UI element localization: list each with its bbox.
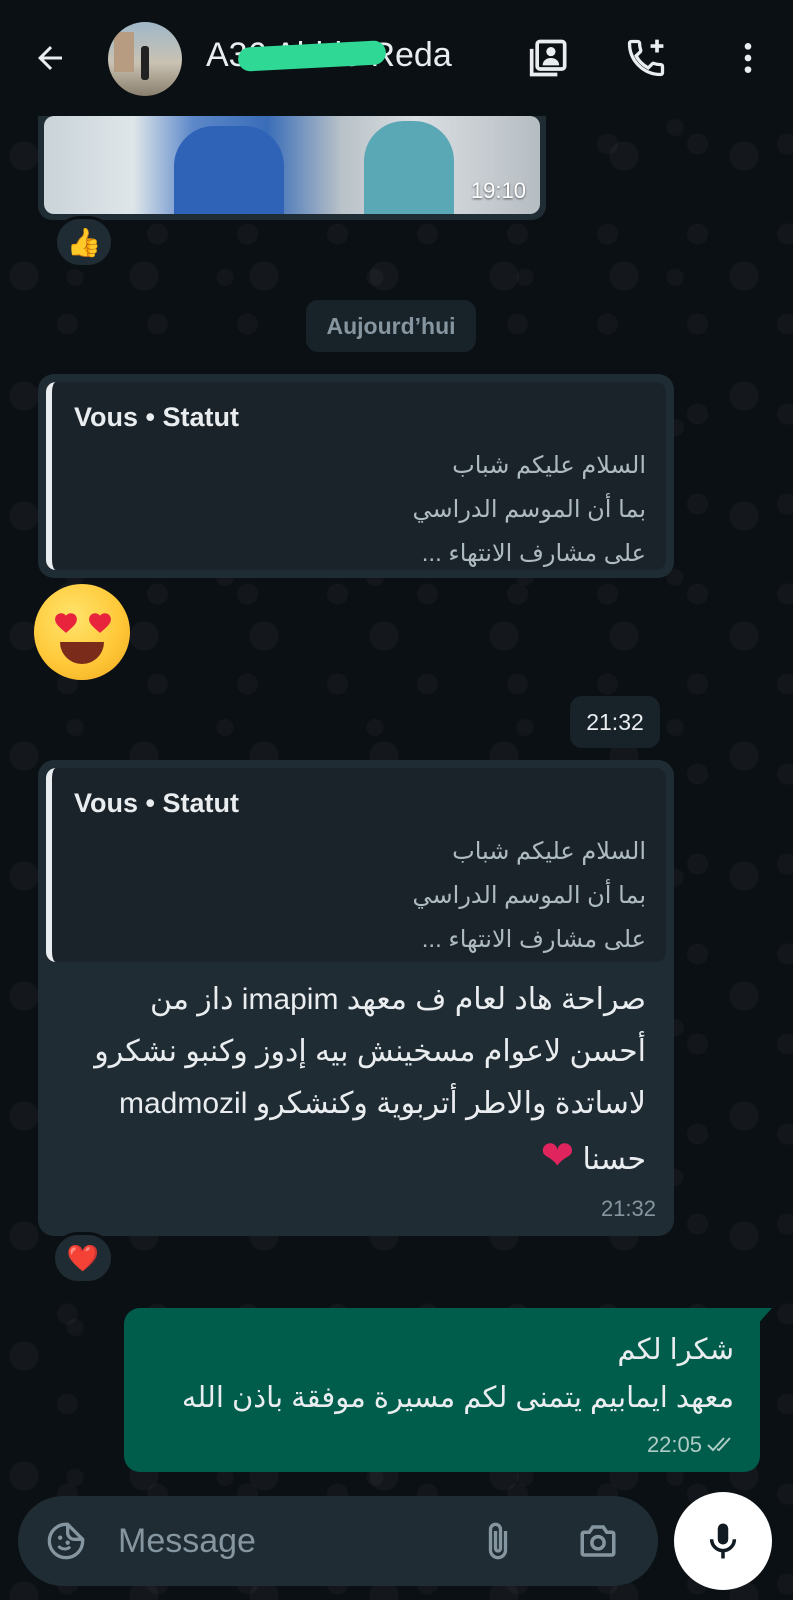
attach-icon bbox=[488, 1522, 508, 1560]
message-time: 21:32 bbox=[600, 1196, 656, 1221]
read-receipt-icon bbox=[707, 1437, 731, 1452]
message-text: شكرا لكم معهد ايمابيم يتمنى لكم مسيرة مو… bbox=[181, 1334, 734, 1414]
add-call-icon bbox=[627, 39, 665, 77]
avatar-figure bbox=[141, 46, 149, 80]
avatar-building bbox=[114, 32, 134, 72]
back-arrow-icon bbox=[38, 46, 62, 70]
message-text: صراحة هاد لعام ف معهد imapim داز من أحسن… bbox=[94, 983, 646, 1178]
emoji-mouth bbox=[60, 642, 104, 664]
voice-message-button[interactable] bbox=[674, 1492, 772, 1590]
incoming-message[interactable]: Vous • Statut السلام عليكم شباب بما أن ا… bbox=[38, 374, 674, 578]
media-message[interactable]: 19:10 bbox=[38, 116, 546, 220]
message-input[interactable] bbox=[118, 1518, 478, 1564]
contact-card-icon bbox=[529, 39, 567, 77]
message-time: 19:10 bbox=[470, 178, 526, 203]
quote-author: Vous • Statut bbox=[74, 788, 239, 818]
red-heart-icon: ❤️ bbox=[66, 1242, 100, 1273]
quote-text: السلام عليكم شباب بما أن الموسم الدراسي … bbox=[412, 452, 646, 567]
more-options-button[interactable] bbox=[724, 34, 772, 82]
media-image[interactable]: 19:10 bbox=[44, 116, 540, 214]
media-person-figure bbox=[174, 126, 284, 214]
message-time: 21:32 bbox=[570, 696, 660, 748]
incoming-message[interactable]: Vous • Statut السلام عليكم شباب بما أن ا… bbox=[38, 760, 674, 1236]
thumbs-up-icon: 👍 bbox=[66, 226, 102, 258]
avatar[interactable] bbox=[108, 22, 182, 96]
mic-icon bbox=[709, 1523, 737, 1559]
camera-icon bbox=[580, 1525, 616, 1557]
contact-card-button[interactable] bbox=[526, 34, 574, 82]
add-call-button[interactable] bbox=[622, 34, 670, 82]
outgoing-message[interactable]: شكرا لكم معهد ايمابيم يتمنى لكم مسيرة مو… bbox=[124, 1308, 760, 1472]
attach-button[interactable] bbox=[474, 1517, 522, 1565]
camera-button[interactable] bbox=[574, 1517, 622, 1565]
message-composer bbox=[18, 1496, 658, 1586]
quoted-status[interactable]: Vous • Statut السلام عليكم شباب بما أن ا… bbox=[46, 382, 666, 570]
heart-icon bbox=[55, 613, 77, 633]
more-vert-icon bbox=[744, 43, 752, 73]
heart-emoji: ❤ bbox=[540, 1134, 575, 1178]
message-time: 22:05 bbox=[646, 1432, 702, 1457]
sticker-icon bbox=[47, 1522, 85, 1560]
message-reaction[interactable]: ❤️ bbox=[52, 1232, 114, 1284]
sticker-button[interactable] bbox=[42, 1517, 90, 1565]
quoted-status[interactable]: Vous • Statut السلام عليكم شباب بما أن ا… bbox=[46, 768, 666, 962]
date-divider: Aujourd’hui bbox=[306, 300, 476, 352]
quote-author: Vous • Statut bbox=[74, 402, 239, 432]
heart-icon bbox=[89, 613, 111, 633]
back-button[interactable] bbox=[26, 34, 74, 82]
heart-eyes-emoji[interactable]: 😍 bbox=[34, 584, 130, 680]
chat-header: A36 Abide Reda bbox=[0, 0, 793, 116]
media-person-figure bbox=[364, 121, 454, 214]
message-reaction[interactable]: 👍 bbox=[54, 216, 114, 268]
chat-screen: A36 Abide Reda 19:10 bbox=[0, 0, 793, 1600]
quote-text: السلام عليكم شباب بما أن الموسم الدراسي … bbox=[412, 838, 646, 953]
